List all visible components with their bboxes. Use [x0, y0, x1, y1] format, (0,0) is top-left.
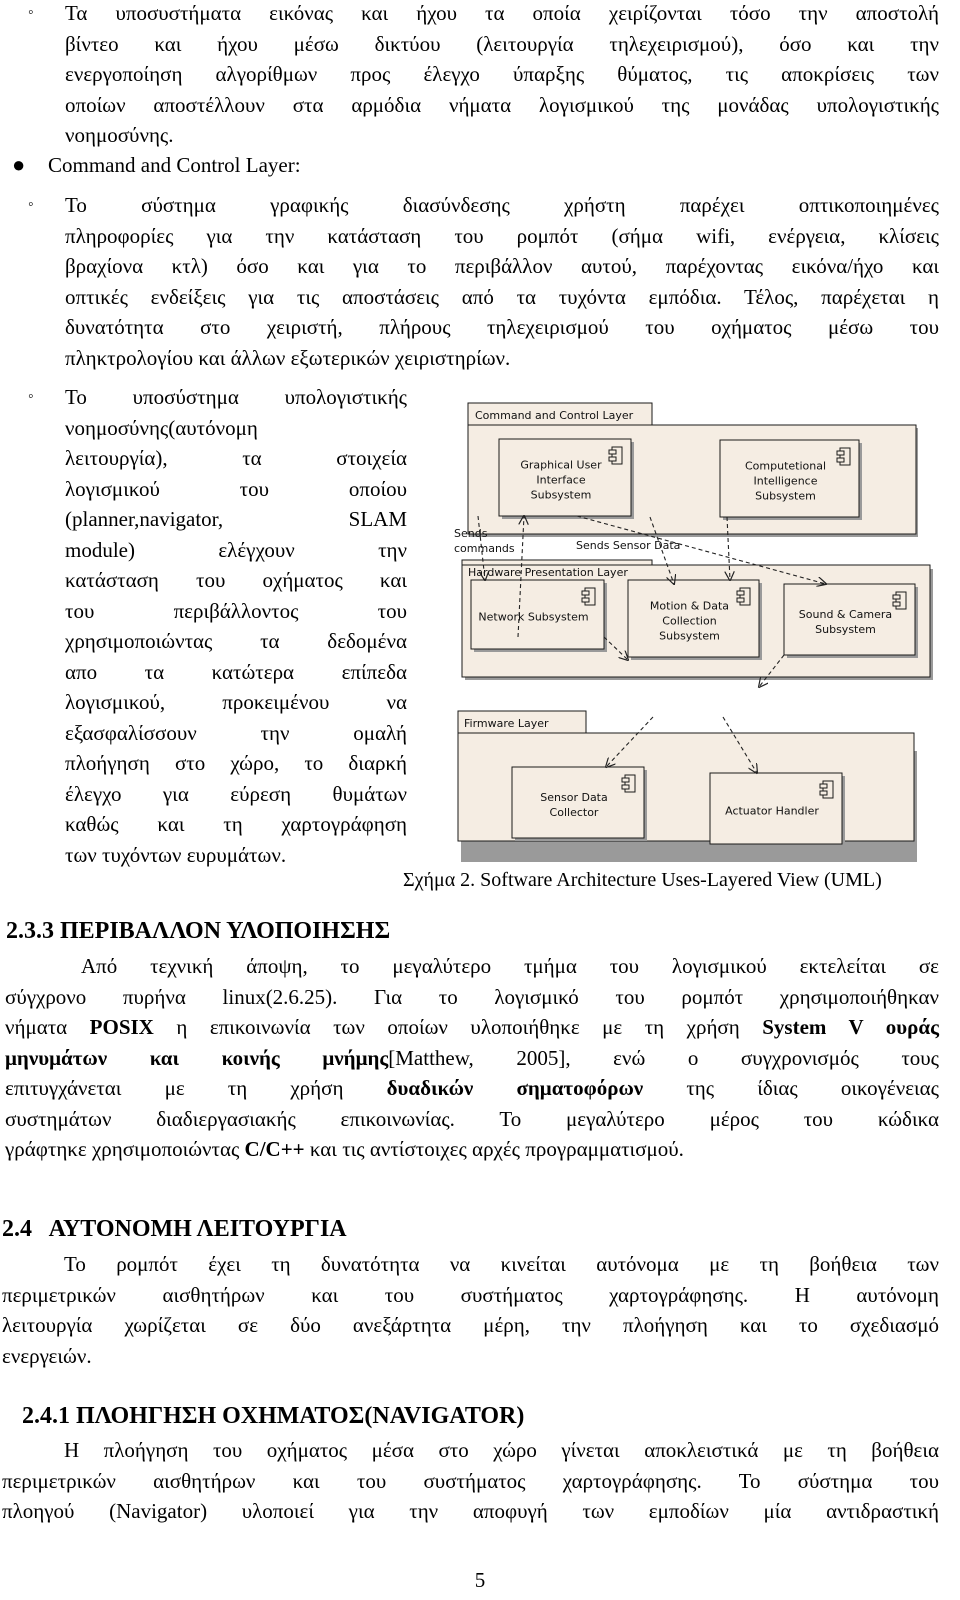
- text-line: συστημάτων διαδιεργασιακής επικοινωνίας.…: [5, 1106, 939, 1131]
- text-run: γράφτηκε χρησιμοποιώντας: [5, 1137, 245, 1161]
- text-line: πληροφορίες για την κατάσταση του ρομπότ…: [65, 223, 939, 248]
- text-line: ενεργειών.: [2, 1343, 92, 1368]
- text-line: πλοηγού (Navigator) υλοποιεί για την απο…: [2, 1499, 939, 1523]
- bullet-command-control-layer: Command and Control Layer:: [48, 153, 301, 177]
- bullet-icon: ●: [12, 152, 26, 177]
- bold-term: C/C++: [244, 1137, 305, 1161]
- bold-term: System V ουράς: [762, 1015, 939, 1039]
- text-line: έλεγχο για εύρεση θυμάτων: [65, 781, 407, 806]
- text-run: [Matthew, 2005], ενώ ο συγχρονισμός τους: [388, 1045, 939, 1070]
- text-line: επιτυγχάνεται με τη χρήση δυαδικών σηματ…: [5, 1073, 939, 1104]
- text-line: περιμετρικών αισθητήρων και του συστήματ…: [2, 1282, 939, 1307]
- sub-bullet-icon: ◦: [28, 4, 34, 21]
- component-gui: Graphical User Interface Subsystem: [498, 438, 634, 519]
- layer-title: Hardware Presentation Layer: [468, 566, 628, 579]
- component-label: Intelligence: [753, 475, 817, 488]
- label-sends-sensor-data: Sends Sensor Data: [576, 539, 680, 552]
- text-line: μηνυμάτων και κοινής μνήμης[Matthew, 200…: [5, 1043, 939, 1074]
- text-line: ενεργοποίηση αλγορίθμων προς έλεγχο ύπαρ…: [65, 62, 939, 86]
- text-line: νοημοσύνης.: [65, 123, 174, 147]
- component-label: Subsystem: [659, 630, 720, 643]
- text-line: Το ρομπότ έχει τη δυνατότητα να κινείται…: [64, 1252, 939, 1276]
- text-line: Τα υποσυστήματα εικόνας και ήχου τα οποί…: [65, 1, 939, 25]
- text-line: (planner,navigator, SLAM: [65, 507, 407, 531]
- component-cis: Computetional Intelligence Subsystem: [719, 439, 862, 520]
- component-net: Network Subsystem: [470, 579, 607, 652]
- component-label: Subsystem: [755, 490, 816, 503]
- layer-title: Firmware Layer: [464, 717, 549, 730]
- text-line: Η πλοήγηση του οχήματος μέσα στο χώρο γί…: [64, 1438, 939, 1462]
- text-line: οπτικές ενδείξεις για τις αποστάσεις από…: [65, 284, 939, 309]
- text-line: πλοήγηση στο χώρο, το διαρκή: [65, 751, 407, 775]
- text-run: και τις αντίστοιχες αρχές προγραμματισμο…: [304, 1137, 684, 1161]
- label-sends-commands: commands: [454, 542, 515, 555]
- text-line: γράφτηκε χρησιμοποιώντας C/C++ και τις α…: [5, 1134, 939, 1165]
- heading-2-4: 2.4 ΑΥΤΟΝΟΜΗ ΛΕΙΤΟΥΡΓΙΑ: [2, 1216, 347, 1242]
- component-label: Collector: [550, 806, 599, 819]
- component-label: Subsystem: [531, 489, 592, 502]
- heading-2-3-3: 2.3.3 ΠΕΡΙΒΑΛΛΟΝ ΥΛΟΠΟΙΗΣΗΣ: [6, 918, 391, 944]
- text-line: κατάσταση του οχήματος και: [65, 568, 407, 592]
- paragraph-navigator: Η πλοήγηση του οχήματος μέσα στο χώρο γί…: [2, 1435, 939, 1527]
- component-label: Interface: [536, 474, 585, 487]
- component-mdc: Motion & Data Collection Subsystem: [627, 579, 762, 660]
- bold-term: POSIX: [89, 1015, 154, 1039]
- component-label: Sound & Camera: [799, 608, 892, 621]
- page-number: 5: [474, 1568, 486, 1592]
- component-label: Subsystem: [815, 623, 876, 636]
- component-label: Computetional: [745, 460, 826, 473]
- sub-bullet-icon: ◦: [28, 196, 34, 213]
- paragraph-av-subsystems: Τα υποσυστήματα εικόνας και ήχου τα οποί…: [65, 0, 939, 151]
- text-line: εξασφαλίσσουν την ομαλή: [65, 720, 407, 745]
- text-line: νοημοσύνης(αυτόνομη: [65, 415, 258, 440]
- text-run: νήματα: [5, 1015, 90, 1039]
- bold-term: δυαδικών σηματοφόρων: [386, 1076, 644, 1100]
- label-sends-commands: Sends: [454, 527, 488, 540]
- component-label: Sensor Data: [540, 791, 607, 804]
- component-label: Network Subsystem: [478, 611, 588, 624]
- sub-bullet-icon: ◦: [28, 388, 34, 405]
- bold-term: μηνυμάτων και κοινής μνήμης: [5, 1045, 389, 1070]
- text-line: Το σύστημα γραφικής διασύνδεσης χρήστη π…: [65, 193, 939, 217]
- layer-title: Command and Control Layer: [475, 409, 634, 422]
- text-line: Από τεχνική άποψη, το μεγαλύτερο τμήμα τ…: [81, 954, 939, 978]
- text-line: βίντεο και ήχου μέσω δικτύου (λειτουργία…: [65, 31, 939, 56]
- heading-2-4-1: 2.4.1 ΠΛΟΗΓΗΣΗ ΟΧΗΜΑΤΟΣ(NAVIGATOR): [22, 1403, 525, 1429]
- text-line: περιμετρικών αισθητήρων και του συστήματ…: [2, 1468, 939, 1493]
- text-line: λειτουργία χωρίζεται σε δύο ανεξάρτητα μ…: [2, 1313, 939, 1337]
- paragraph-implementation-env: Από τεχνική άποψη, το μεγαλύτερο τμήμα τ…: [5, 951, 939, 1165]
- uml-layered-diagram: Command and Control Layer Hardware Prese…: [454, 402, 933, 862]
- text-line: Το υποσύστημα υπολογιστικής: [65, 385, 407, 409]
- component-label: Motion & Data: [650, 600, 729, 613]
- text-line: των τυχόντων ευρυμάτων.: [65, 842, 287, 867]
- component-label: Collection: [662, 615, 716, 628]
- text-line: νήματα POSIX η επικοινωνία των οποίων υλ…: [5, 1012, 939, 1043]
- component-label: Graphical User: [520, 459, 602, 472]
- text-line: οποίων αποστέλλουν στα αρμόδια νήματα λο…: [65, 92, 939, 117]
- text-line: σύγχρονο πυρήνα linux(2.6.25). Για το λο…: [5, 984, 939, 1009]
- text-line: πληκτρολογίου και άλλων εξωτερικών χειρι…: [65, 345, 511, 370]
- text-line: λογισμικού, προκειμένου να: [65, 690, 407, 714]
- text-line: απο τα κατώτερα επίπεδα: [65, 659, 407, 684]
- paragraph-gui-subsystem: Το σύστημα γραφικής διασύνδεσης χρήστη π…: [65, 190, 939, 373]
- text-line: χρησιμοποιώντας τα δεδομένα: [65, 629, 407, 653]
- component-label: Actuator Handler: [725, 805, 819, 818]
- paragraph-ci-subsystem: Το υποσύστημα υπολογιστικής νοημοσύνης(α…: [65, 382, 407, 870]
- text-line: module) ελέγχουν την: [65, 537, 407, 562]
- text-line: βραχίονα κτλ) όσο και για το περιβάλλον …: [65, 254, 939, 278]
- component-act: Actuator Handler: [709, 772, 845, 847]
- component-sdc: Sensor Data Collector: [511, 766, 647, 841]
- figure-caption: Σχήμα 2. Software Architecture Uses-Laye…: [403, 869, 882, 891]
- text-line: δυνατότητα στο χειριστή, πλήρους τηλεχει…: [65, 315, 939, 339]
- text-run: η επικοινωνία των οποίων υλοποιήθηκε με …: [153, 1015, 763, 1039]
- paragraph-autonomous: Το ρομπότ έχει τη δυνατότητα να κινείται…: [2, 1249, 939, 1371]
- text-line: του περιβάλλοντος του: [65, 598, 407, 623]
- text-run: της ίδιας οικογένειας: [643, 1076, 939, 1100]
- text-line: καθώς και τη χαρτογράφηση: [65, 812, 407, 836]
- component-scs: Sound & Camera Subsystem: [783, 583, 918, 658]
- text-line: λειτουργία), τα στοιχεία: [65, 446, 407, 470]
- text-line: λογισμικού του οποίου: [65, 476, 407, 501]
- text-run: επιτυγχάνεται με τη χρήση: [5, 1076, 387, 1100]
